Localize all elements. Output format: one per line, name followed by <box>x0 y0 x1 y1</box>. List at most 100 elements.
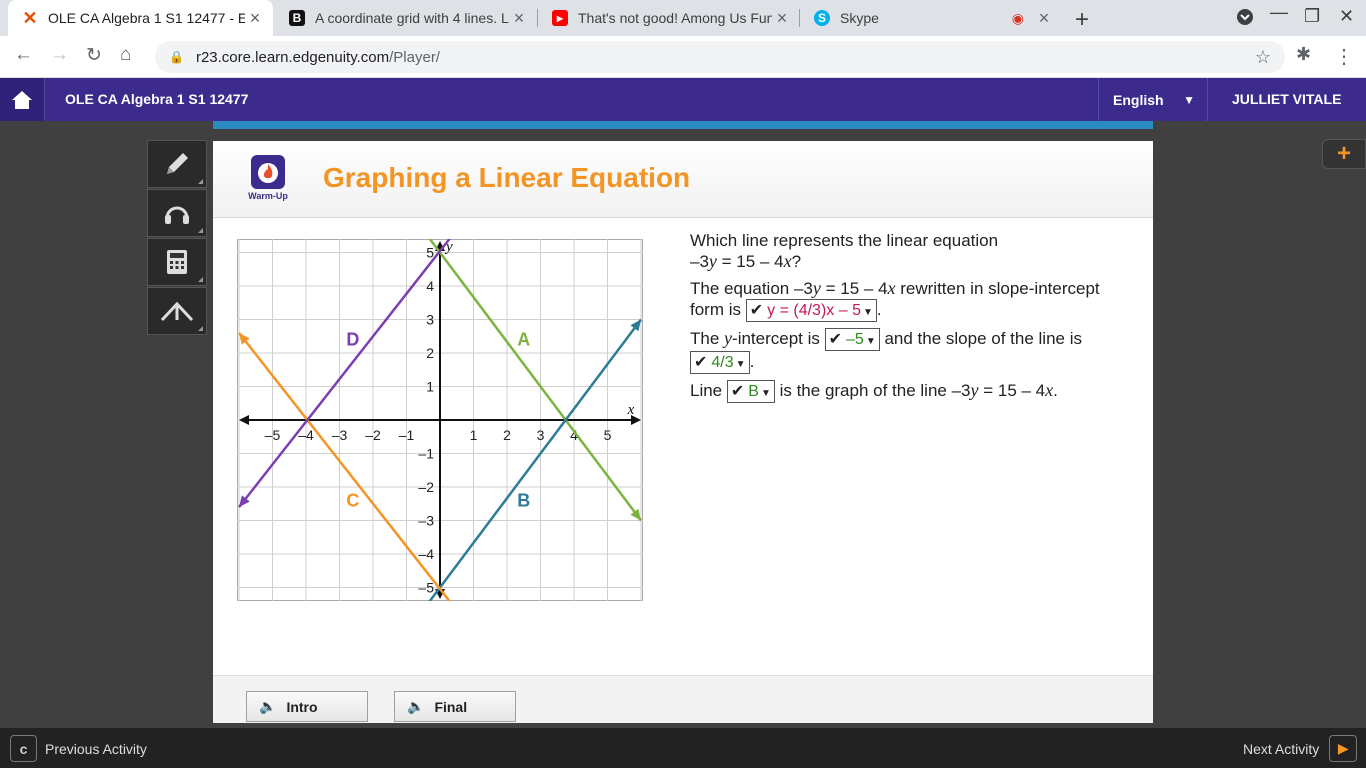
x-tick-label: 2 <box>503 427 511 443</box>
next-activity-button[interactable]: Next Activity ▶ <box>1243 735 1358 762</box>
home-button[interactable] <box>0 78 45 121</box>
y-tick-label: 1 <box>426 379 434 395</box>
checkmark-icon: ✔ <box>828 331 843 349</box>
more-menu-icon[interactable]: ⋮ <box>1334 44 1354 69</box>
forward-icon[interactable]: → <box>50 44 69 66</box>
browser-tab-bar: ✕ OLE CA Algebra 1 S1 12477 - Edg × B A … <box>0 0 1366 36</box>
window-close-icon[interactable]: ✕ <box>1339 6 1354 27</box>
chevron-down-icon: ▼ <box>865 336 876 348</box>
question-panel: Which line represents the linear equatio… <box>690 230 1130 409</box>
line-label-c: C <box>346 490 359 510</box>
tab-edgenuity[interactable]: ✕ OLE CA Algebra 1 S1 12477 - Edg × <box>8 0 273 36</box>
intro-button[interactable]: 🔈 Intro <box>246 691 368 722</box>
tool-panel <box>147 140 207 338</box>
tab-youtube[interactable]: ▶ That's not good! Among Us Funn × <box>538 0 800 36</box>
y-tick-label: 4 <box>426 278 434 294</box>
edgenuity-x-icon: ✕ <box>22 7 38 28</box>
checkmark-icon: ✔ <box>694 354 708 372</box>
bookmark-star-icon[interactable]: ☆ <box>1255 47 1271 68</box>
skype-icon: S <box>814 10 830 26</box>
home-icon[interactable]: ⌂ <box>120 44 131 66</box>
pencil-tool[interactable] <box>147 140 207 188</box>
recording-icon: ◉ <box>1011 9 1024 26</box>
language-dropdown[interactable]: English ▼ <box>1098 78 1208 121</box>
line-label-d: D <box>346 330 359 350</box>
question-step-2: The y-intercept is ✔ –5 ▼ and the slope of… <box>690 328 1130 375</box>
close-tab-icon[interactable]: × <box>245 8 265 29</box>
app-header: OLE CA Algebra 1 S1 12477 English ▼ JULL… <box>0 78 1366 121</box>
slope-intercept-dropdown[interactable]: ✔ y = (4/3)x – 5 ▼ <box>745 299 877 323</box>
youtube-icon: ▶ <box>552 10 568 26</box>
y-tick-label: 3 <box>426 312 434 328</box>
close-tab-icon[interactable]: × <box>509 8 529 29</box>
plus-icon: + <box>1336 140 1351 167</box>
house-icon <box>12 90 32 109</box>
x-tick-label: –2 <box>365 427 381 443</box>
y-tick-label: –5 <box>418 580 434 596</box>
chevron-down-icon: ▼ <box>862 307 873 319</box>
checkmark-icon: ✔ <box>749 302 764 320</box>
x-tick-label: –3 <box>332 427 348 443</box>
line-choice-dropdown[interactable]: ✔ B ▼ <box>726 380 775 404</box>
y-tick-label: –2 <box>418 479 434 495</box>
headphones-icon <box>165 206 189 224</box>
pencil-icon <box>167 153 188 174</box>
x-tick-label: –5 <box>265 427 281 443</box>
course-title: OLE CA Algebra 1 S1 12477 <box>65 91 249 107</box>
question-step-3: Line ✔ B ▼ is the graph of the line –3y = … <box>690 380 1130 404</box>
activity-nav-bar: c Previous Activity Next Activity ▶ <box>0 728 1366 768</box>
chevron-down-icon: ▼ <box>1183 92 1195 107</box>
slope-dropdown[interactable]: ✔ 4/3 ▼ <box>690 351 750 375</box>
chevron-down-icon: ▼ <box>735 359 746 371</box>
y-intercept-dropdown[interactable]: ✔ –5 ▼ <box>824 328 880 352</box>
lock-icon: 🔒 <box>169 50 184 64</box>
back-icon[interactable]: ← <box>14 44 33 66</box>
tab-brainly[interactable]: B A coordinate grid with 4 lines. Lin × <box>275 0 537 36</box>
flame-icon <box>258 163 278 183</box>
previous-activity-button[interactable]: c Previous Activity <box>10 735 147 762</box>
speaker-icon: 🔈 <box>259 698 277 714</box>
line-label-a: A <box>517 330 530 350</box>
speaker-icon: 🔈 <box>407 698 425 714</box>
final-button[interactable]: 🔈 Final <box>394 691 516 722</box>
y-tick-label: –1 <box>418 446 434 462</box>
question-step-1: The equation –3y = 15 – 4x rewritten in … <box>690 278 1130 323</box>
reload-icon[interactable]: ↻ <box>86 44 102 67</box>
extensions-icon[interactable]: ✱ <box>1296 44 1311 65</box>
restore-icon[interactable]: ❐ <box>1304 6 1320 27</box>
edgenuity-c-icon: c <box>10 735 37 762</box>
progress-strip <box>213 121 1153 129</box>
close-tab-icon[interactable]: × <box>772 8 792 29</box>
close-tab-icon[interactable]: × <box>1034 8 1054 29</box>
line-label-b: B <box>517 490 530 510</box>
browser-toolbar: ← → ↻ ⌂ 🔒 r23.core.learn.edgenuity.com/P… <box>0 36 1366 78</box>
minimize-icon[interactable]: — <box>1270 2 1288 23</box>
x-axis-label: x <box>627 402 635 418</box>
play-arrow-icon: ▶ <box>1329 735 1358 762</box>
tab-search-icon[interactable] <box>1236 8 1254 31</box>
checkmark-icon: ✔ <box>730 383 745 401</box>
x-tick-label: 1 <box>470 427 478 443</box>
expand-plus-button[interactable]: + <box>1322 139 1366 169</box>
brainly-b-icon: B <box>289 10 305 26</box>
chevron-down-icon: ▼ <box>760 388 771 400</box>
lesson-footer: 🔈 Intro 🔈 Final <box>213 675 1153 723</box>
coordinate-grid-chart: –5 –4 –3 –2 –1 1 2 3 4 5–5–4–3–2–112345xyABCD <box>237 239 643 601</box>
address-bar[interactable]: 🔒 r23.core.learn.edgenuity.com/Player/ ☆ <box>155 41 1285 73</box>
new-tab-button[interactable]: + <box>1075 6 1089 34</box>
y-tick-label: –4 <box>418 546 434 562</box>
x-tick-label: 3 <box>537 427 545 443</box>
lesson-title: Graphing a Linear Equation <box>323 162 691 193</box>
user-name[interactable]: JULLIET VITALE <box>1232 91 1341 107</box>
y-tick-label: 2 <box>426 345 434 361</box>
caret-icon <box>160 301 194 322</box>
lesson-stage: Warm-Up Graphing a Linear Equation –5 –4 –… <box>213 141 1153 723</box>
highlighter-tool[interactable] <box>147 287 207 335</box>
y-tick-label: –3 <box>418 513 434 529</box>
calculator-icon <box>167 250 187 274</box>
lesson-titlebar: Warm-Up Graphing a Linear Equation <box>213 141 1153 218</box>
tab-skype[interactable]: S Skype ◉ × <box>800 0 1062 36</box>
x-tick-label: 5 <box>604 427 612 443</box>
audio-tool[interactable] <box>147 189 207 237</box>
calculator-tool[interactable] <box>147 238 207 286</box>
